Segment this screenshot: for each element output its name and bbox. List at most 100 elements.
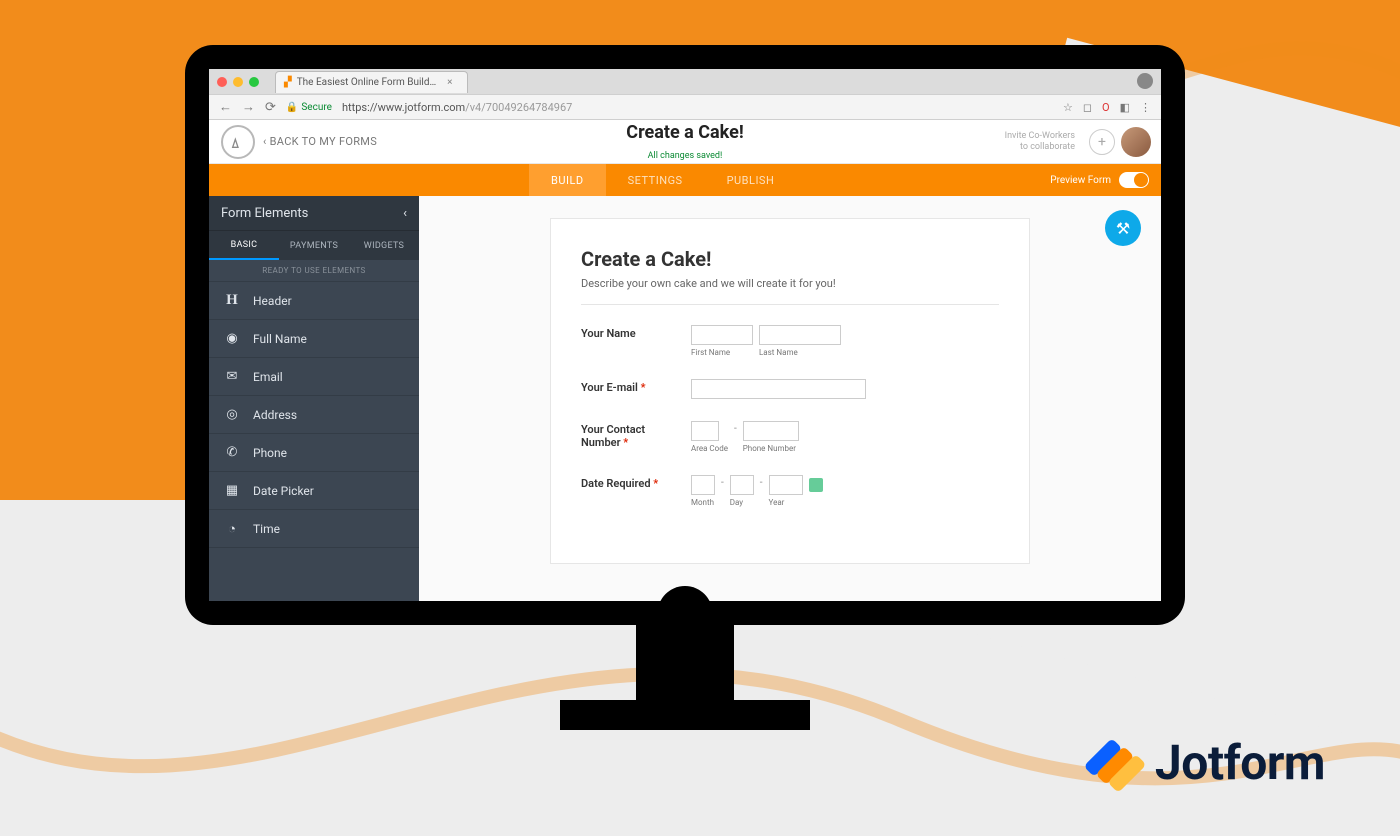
field-email: Your E-mail * (581, 379, 999, 399)
element-address[interactable]: ◎ Address (209, 396, 419, 434)
calendar-picker-icon[interactable] (809, 478, 823, 492)
monitor-frame: ▞ The Easiest Online Form Build… × ← → ⟳… (185, 45, 1185, 625)
label-date: Date Required * (581, 475, 691, 507)
element-label: Full Name (253, 332, 307, 346)
month-input[interactable] (691, 475, 715, 495)
main-tabs-bar: BUILD SETTINGS PUBLISH Preview Form (209, 164, 1161, 196)
monitor-base (560, 700, 810, 730)
dash-icon: - (721, 475, 724, 488)
tab-settings[interactable]: SETTINGS (606, 164, 705, 196)
form-title: Create a Cake! (626, 122, 743, 143)
ext-square-icon[interactable]: ◻ (1083, 101, 1092, 114)
window-max-icon[interactable] (249, 77, 259, 87)
back-label: BACK TO MY FORMS (270, 135, 377, 148)
element-time[interactable]: ◔ Time (209, 510, 419, 548)
secure-badge: 🔒 Secure (286, 102, 332, 113)
url-host: https://www.jotform.com (342, 101, 465, 114)
form-preview-card: Create a Cake! Describe your own cake an… (550, 218, 1030, 564)
nav-forward-icon[interactable]: → (242, 99, 255, 115)
ext-misc-icon[interactable]: ◧ (1120, 101, 1130, 114)
secure-label: Secure (301, 102, 332, 113)
element-header[interactable]: H Header (209, 282, 419, 320)
app-body: Form Elements ‹ BASIC PAYMENTS WIDGETS R… (209, 196, 1161, 601)
jotform-favicon-icon: ▞ (284, 77, 292, 88)
first-name-input[interactable] (691, 325, 753, 345)
back-to-forms-link[interactable]: ‹ BACK TO MY FORMS (263, 135, 377, 148)
browser-tabstrip: ▞ The Easiest Online Form Build… × (209, 69, 1161, 94)
caret-left-icon: ‹ (263, 135, 267, 148)
tab-title: The Easiest Online Form Build… (297, 77, 436, 88)
chrome-profile-icon[interactable] (1137, 73, 1153, 89)
last-name-input[interactable] (759, 325, 841, 345)
email-icon: ✉ (223, 369, 241, 384)
nav-reload-icon[interactable]: ⟳ (265, 100, 276, 115)
hint-phone: Phone Number (743, 444, 799, 453)
panel-tab-basic[interactable]: BASIC (209, 231, 279, 260)
phone-number-input[interactable] (743, 421, 799, 441)
jotform-logo: Jotform (1081, 732, 1325, 792)
element-label: Email (253, 370, 283, 384)
tab-close-icon[interactable]: × (447, 77, 452, 88)
dash-icon: - (760, 475, 763, 488)
url-text[interactable]: https://www.jotform.com/v4/7004926478496… (342, 101, 572, 114)
dash-icon: - (734, 421, 737, 434)
window-min-icon[interactable] (233, 77, 243, 87)
element-full-name[interactable]: ◉ Full Name (209, 320, 419, 358)
email-input[interactable] (691, 379, 866, 399)
toggle-switch-icon[interactable] (1119, 172, 1149, 188)
invite-l1: Invite Co-Workers (1005, 131, 1075, 142)
hint-last-name: Last Name (759, 348, 841, 357)
element-list: H Header ◉ Full Name ✉ Email ◎ Address ✆ Phone ▦Da… (209, 282, 419, 548)
element-phone[interactable]: ✆ Phone (209, 434, 419, 472)
invite-coworkers-text: Invite Co-Workers to collaborate (1005, 131, 1075, 153)
label-contact-l1: Your Contact (581, 423, 645, 436)
bookmark-star-icon[interactable]: ☆ (1063, 101, 1073, 114)
nav-back-icon[interactable]: ← (219, 99, 232, 115)
day-input[interactable] (730, 475, 754, 495)
element-label: Phone (253, 446, 287, 460)
browser-tab[interactable]: ▞ The Easiest Online Form Build… × (275, 71, 468, 93)
lock-icon: 🔒 (286, 102, 298, 113)
panel-title: Form Elements (221, 206, 308, 221)
tab-publish[interactable]: PUBLISH (705, 164, 797, 196)
element-label: Time (253, 522, 280, 536)
header-icon: H (223, 292, 241, 309)
label-your-name: Your Name (581, 325, 691, 357)
field-contact: Your Contact Number * Area Code - P (581, 421, 999, 453)
tab-build[interactable]: BUILD (529, 164, 606, 196)
browser-menu-icon[interactable]: ⋮ (1140, 101, 1151, 114)
panel-tab-widgets[interactable]: WIDGETS (349, 231, 419, 260)
paint-roller-icon: ⚒ (1116, 219, 1130, 238)
form-subheading: Describe your own cake and we will creat… (581, 277, 999, 290)
panel-header: Form Elements ‹ (209, 196, 419, 230)
label-contact: Your Contact Number * (581, 421, 691, 453)
year-input[interactable] (769, 475, 803, 495)
app-header: ‹ BACK TO MY FORMS Create a Cake! All ch… (209, 120, 1161, 164)
label-date-text: Date Required (581, 477, 651, 490)
address-icon: ◎ (223, 407, 241, 422)
panel-tab-payments[interactable]: PAYMENTS (279, 231, 349, 260)
full-name-icon: ◉ (223, 331, 241, 346)
ready-elements-header: READY TO USE ELEMENTS (209, 260, 419, 282)
window-close-icon[interactable] (217, 77, 227, 87)
form-designer-button[interactable]: ⚒ (1105, 210, 1141, 246)
field-date: Date Required * Month - Day - Year (581, 475, 999, 507)
form-elements-panel: Form Elements ‹ BASIC PAYMENTS WIDGETS R… (209, 196, 419, 601)
pencil-logo-icon[interactable] (221, 125, 255, 159)
preview-form-toggle[interactable]: Preview Form (1050, 172, 1149, 188)
url-path: /v4/70049264784967 (465, 101, 572, 114)
label-email-text: Your E-mail (581, 381, 638, 394)
user-avatar[interactable] (1121, 127, 1151, 157)
time-icon: ◔ (223, 521, 241, 537)
collapse-panel-icon[interactable]: ‹ (403, 206, 407, 221)
element-date-picker[interactable]: ▦Date Picker (209, 472, 419, 510)
opera-icon[interactable]: O (1102, 101, 1110, 114)
element-label: Header (253, 294, 292, 308)
add-coworker-button[interactable]: + (1089, 129, 1115, 155)
date-picker-icon: ▦ (223, 483, 241, 498)
area-code-input[interactable] (691, 421, 719, 441)
element-label: Address (253, 408, 297, 422)
phone-icon: ✆ (223, 445, 241, 460)
hint-day: Day (730, 498, 754, 507)
element-email[interactable]: ✉ Email (209, 358, 419, 396)
